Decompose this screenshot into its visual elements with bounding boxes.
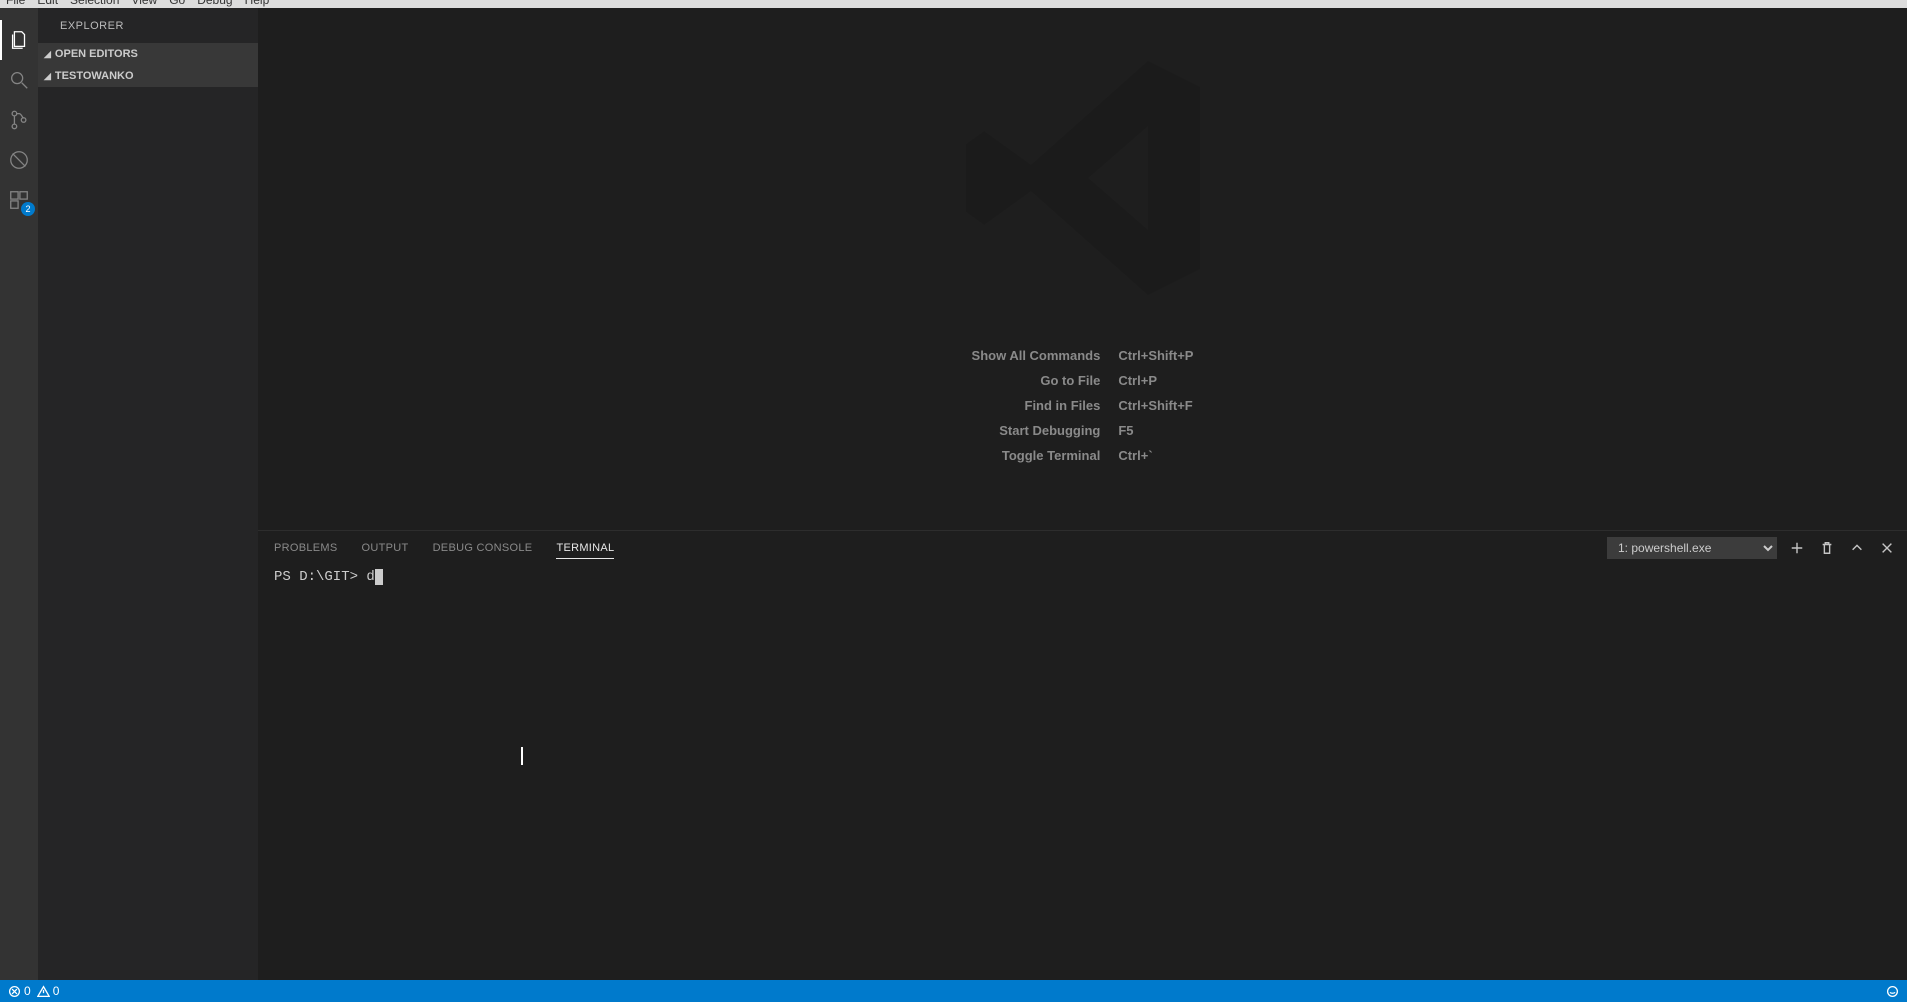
shortcut-key: Ctrl+P <box>1118 373 1193 388</box>
terminal-cursor <box>375 569 383 585</box>
activity-extensions[interactable]: 2 <box>0 180 38 220</box>
vscode-logo-icon <box>953 48 1213 308</box>
activity-bar: 2 <box>0 8 38 980</box>
menu-view[interactable]: View <box>131 0 157 7</box>
panel-tabs: PROBLEMS OUTPUT DEBUG CONSOLE TERMINAL 1… <box>258 531 1907 565</box>
warning-icon <box>37 985 50 998</box>
error-icon <box>8 985 21 998</box>
shortcut-label: Show All Commands <box>972 348 1101 363</box>
sidebar-section-folder[interactable]: ◢ TESTOWANKO <box>38 65 258 87</box>
close-icon <box>1880 541 1894 555</box>
terminal-prompt: PS D:\GIT> d <box>274 569 375 585</box>
trash-icon <box>1820 541 1834 555</box>
panel: PROBLEMS OUTPUT DEBUG CONSOLE TERMINAL 1… <box>258 530 1907 980</box>
chevron-up-icon <box>1850 541 1864 555</box>
chevron-down-icon: ◢ <box>44 71 51 82</box>
shortcut-key: Ctrl+` <box>1118 448 1193 463</box>
shortcut-key: F5 <box>1118 423 1193 438</box>
menubar[interactable]: File Edit Selection View Go Debug Help <box>0 0 1907 8</box>
status-bar: 0 0 <box>0 980 1907 1002</box>
tab-problems[interactable]: PROBLEMS <box>274 538 338 558</box>
shortcut-key: Ctrl+Shift+P <box>1118 348 1193 363</box>
kill-terminal-button[interactable] <box>1817 538 1837 558</box>
menu-debug[interactable]: Debug <box>197 0 232 7</box>
activity-debug[interactable] <box>0 140 38 180</box>
status-feedback[interactable] <box>1886 985 1899 998</box>
activity-scm[interactable] <box>0 100 38 140</box>
close-panel-button[interactable] <box>1877 538 1897 558</box>
status-errors[interactable]: 0 <box>8 984 31 998</box>
bug-icon <box>8 149 30 171</box>
editor-empty-state: Show All Commands Ctrl+Shift+P Go to Fil… <box>258 8 1907 530</box>
maximize-panel-button[interactable] <box>1847 538 1867 558</box>
source-control-icon <box>8 109 30 131</box>
smiley-icon <box>1886 985 1899 998</box>
terminal[interactable]: PS D:\GIT> d <box>258 565 1907 980</box>
tab-debug-console[interactable]: DEBUG CONSOLE <box>433 538 533 558</box>
shortcut-label: Go to File <box>972 373 1101 388</box>
extensions-badge: 2 <box>21 202 35 216</box>
chevron-down-icon: ◢ <box>44 49 51 60</box>
terminal-selector[interactable]: 1: powershell.exe <box>1607 537 1777 559</box>
tab-terminal[interactable]: TERMINAL <box>556 538 614 559</box>
menu-selection[interactable]: Selection <box>70 0 119 7</box>
text-cursor-icon <box>521 747 523 765</box>
panel-actions: 1: powershell.exe <box>1607 537 1907 559</box>
welcome-shortcuts: Show All Commands Ctrl+Shift+P Go to Fil… <box>972 348 1194 463</box>
menu-file[interactable]: File <box>6 0 25 7</box>
status-warning-count: 0 <box>53 984 60 998</box>
new-terminal-button[interactable] <box>1787 538 1807 558</box>
shortcut-label: Start Debugging <box>972 423 1101 438</box>
tab-output[interactable]: OUTPUT <box>362 538 409 558</box>
shortcut-label: Find in Files <box>972 398 1101 413</box>
files-icon <box>8 29 30 51</box>
plus-icon <box>1790 541 1804 555</box>
activity-explorer[interactable] <box>0 20 38 60</box>
status-warnings[interactable]: 0 <box>37 984 60 998</box>
sidebar-section-label: OPEN EDITORS <box>55 48 138 60</box>
menu-help[interactable]: Help <box>245 0 270 7</box>
menu-go[interactable]: Go <box>169 0 185 7</box>
sidebar-section-label: TESTOWANKO <box>55 70 134 82</box>
status-error-count: 0 <box>24 984 31 998</box>
sidebar-section-open-editors[interactable]: ◢ OPEN EDITORS <box>38 43 258 65</box>
shortcut-label: Toggle Terminal <box>972 448 1101 463</box>
shortcut-key: Ctrl+Shift+F <box>1118 398 1193 413</box>
sidebar-title: EXPLORER <box>38 8 258 43</box>
editor-group: Show All Commands Ctrl+Shift+P Go to Fil… <box>258 8 1907 980</box>
search-icon <box>8 69 30 91</box>
menu-edit[interactable]: Edit <box>37 0 58 7</box>
activity-search[interactable] <box>0 60 38 100</box>
sidebar: EXPLORER ◢ OPEN EDITORS ◢ TESTOWANKO <box>38 8 258 980</box>
